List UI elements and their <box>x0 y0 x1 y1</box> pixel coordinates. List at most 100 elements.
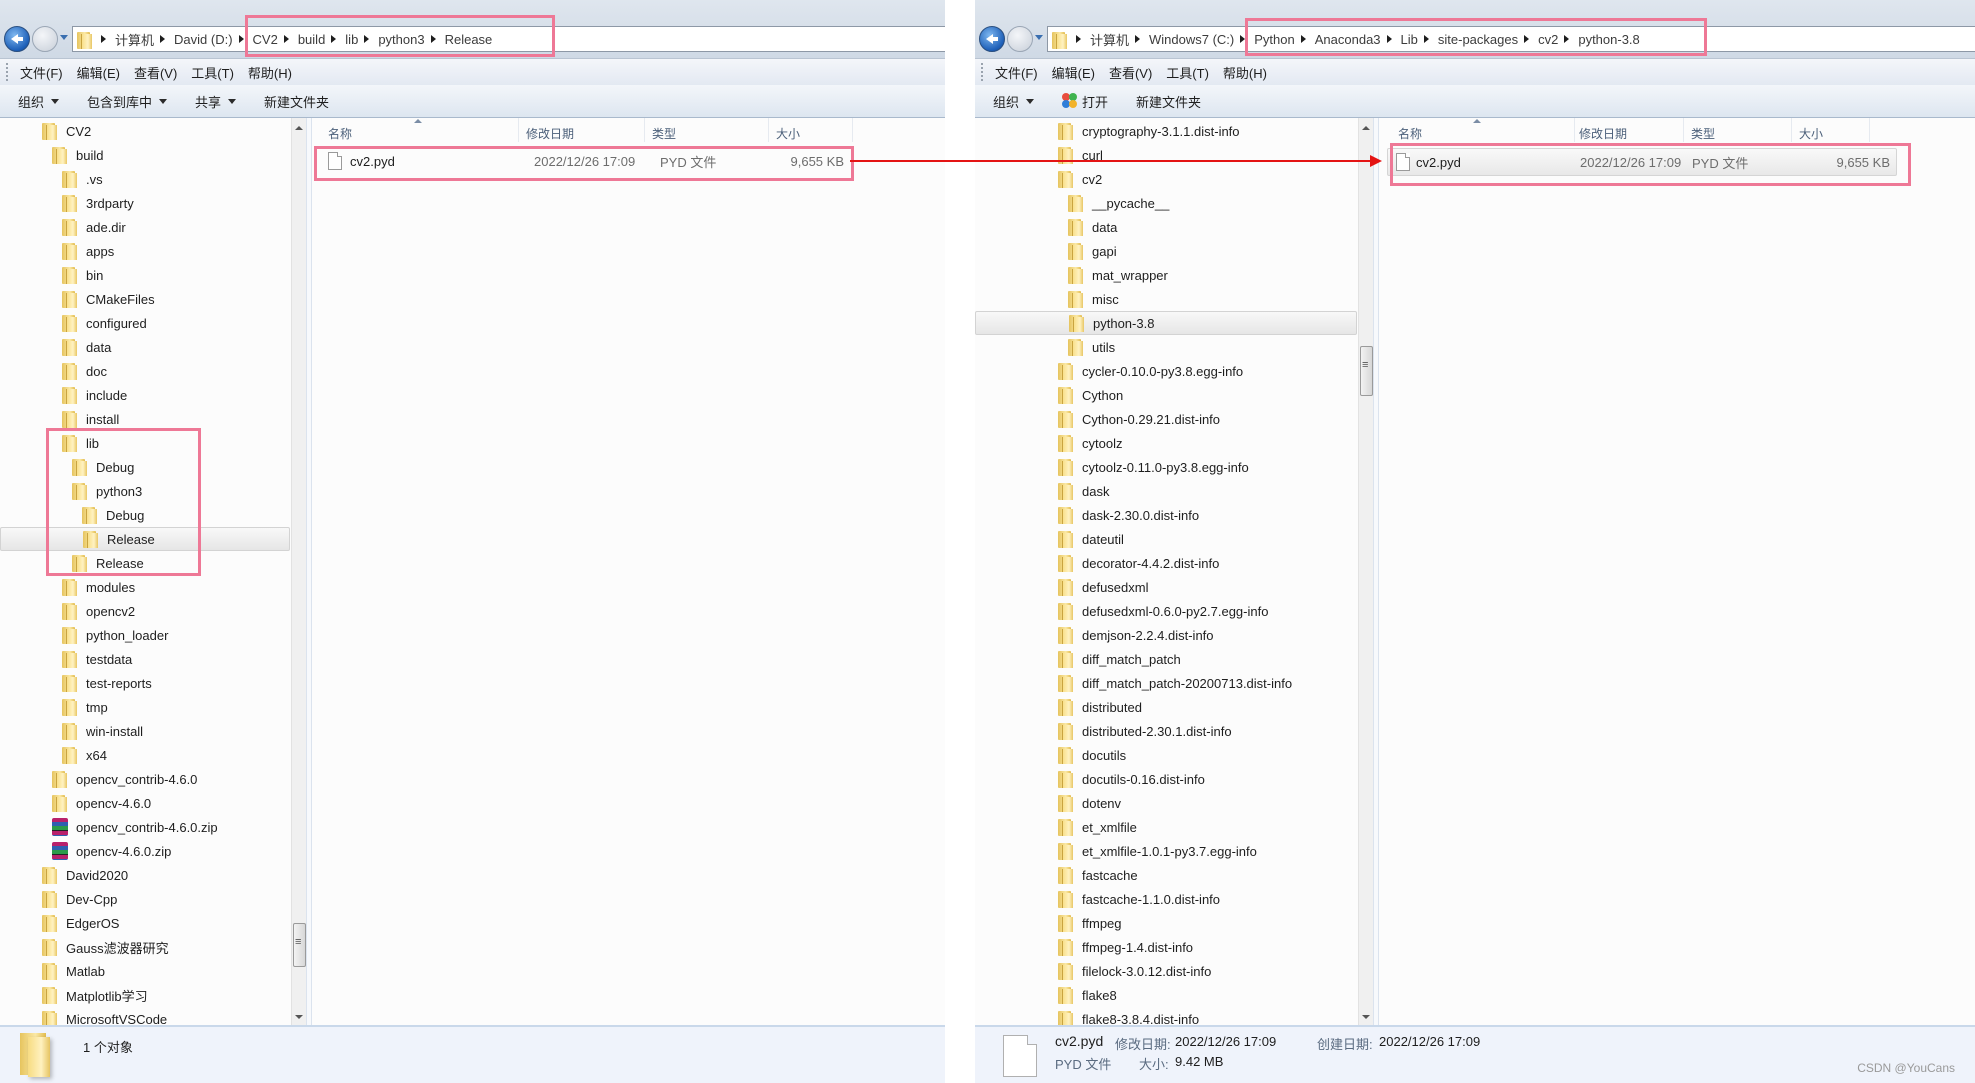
scroll-up-icon[interactable] <box>1362 126 1370 130</box>
tree-item[interactable]: defusedxml-0.6.0-py2.7.egg-info <box>975 599 1357 623</box>
tree-item[interactable]: MicrosoftVSCode <box>0 1007 290 1027</box>
chevron-right-icon[interactable] <box>101 35 106 43</box>
tree-scrollbar[interactable] <box>291 118 306 1027</box>
tree-item[interactable]: CMakeFiles <box>0 287 290 311</box>
menu-item[interactable]: 文件(F) <box>995 63 1038 82</box>
column-name[interactable]: 名称 <box>328 125 352 142</box>
organize-button[interactable]: 组织 <box>993 92 1035 111</box>
tree-item[interactable]: flake8 <box>975 983 1357 1007</box>
scroll-thumb[interactable] <box>1360 346 1373 396</box>
tree-item[interactable]: dask <box>975 479 1357 503</box>
tree-item[interactable]: .vs <box>0 167 290 191</box>
tree-item[interactable]: test-reports <box>0 671 290 695</box>
column-name[interactable]: 名称 <box>1398 125 1422 142</box>
tree-item[interactable]: cytoolz <box>975 431 1357 455</box>
recent-pages-dropdown-icon[interactable] <box>60 35 68 40</box>
tree-item[interactable]: python_loader <box>0 623 290 647</box>
tree-item[interactable]: opencv_contrib-4.6.0 <box>0 767 290 791</box>
tree-item[interactable]: EdgerOS <box>0 911 290 935</box>
new-folder-button[interactable]: 新建文件夹 <box>264 92 329 111</box>
open-button[interactable]: 打开 <box>1062 92 1108 111</box>
tree-item[interactable]: cycler-0.10.0-py3.8.egg-info <box>975 359 1357 383</box>
tree-item[interactable]: curl <box>975 143 1357 167</box>
tree-item[interactable]: diff_match_patch-20200713.dist-info <box>975 671 1357 695</box>
tree-item[interactable]: python-3.8 <box>975 311 1357 335</box>
tree-item[interactable]: gapi <box>975 239 1357 263</box>
tree-item[interactable]: bin <box>0 263 290 287</box>
tree-item[interactable]: Cython <box>975 383 1357 407</box>
tree-item[interactable]: ade.dir <box>0 215 290 239</box>
breadcrumb-item[interactable]: David (D:) <box>154 32 233 47</box>
chevron-right-icon[interactable] <box>160 35 166 43</box>
tree-item[interactable]: testdata <box>0 647 290 671</box>
tree-item[interactable]: flake8-3.8.4.dist-info <box>975 1007 1357 1027</box>
menu-item[interactable]: 查看(V) <box>1109 63 1152 82</box>
tree-item[interactable]: docutils <box>975 743 1357 767</box>
tree-item[interactable]: apps <box>0 239 290 263</box>
tree-item[interactable]: distributed-2.30.1.dist-info <box>975 719 1357 743</box>
tree-item[interactable]: include <box>0 383 290 407</box>
tree-item[interactable]: decorator-4.4.2.dist-info <box>975 551 1357 575</box>
menu-item[interactable]: 工具(T) <box>1166 63 1209 82</box>
breadcrumb-item[interactable]: 计算机 <box>95 30 154 49</box>
column-divider[interactable] <box>852 118 853 142</box>
chevron-right-icon[interactable] <box>1076 35 1081 43</box>
tree-item[interactable]: x64 <box>0 743 290 767</box>
menu-item[interactable]: 文件(F) <box>20 63 63 82</box>
tree-item[interactable]: dask-2.30.0.dist-info <box>975 503 1357 527</box>
organize-button[interactable]: 组织 <box>18 92 60 111</box>
tree-item[interactable]: tmp <box>0 695 290 719</box>
tree-item[interactable]: et_xmlfile-1.0.1-py3.7.egg-info <box>975 839 1357 863</box>
tree-item[interactable]: build <box>0 143 290 167</box>
tree-item[interactable]: filelock-3.0.12.dist-info <box>975 959 1357 983</box>
tree-item[interactable]: fastcache <box>975 863 1357 887</box>
tree-item[interactable]: ffmpeg-1.4.dist-info <box>975 935 1357 959</box>
tree-item[interactable]: Gauss滤波器研究 <box>0 935 290 959</box>
tree-item[interactable]: misc <box>975 287 1357 311</box>
file-list[interactable]: 名称 修改日期 类型 大小 cv2.pyd 2022/12/26 17:09 P… <box>312 118 945 1027</box>
tree-item[interactable]: opencv_contrib-4.6.0.zip <box>0 815 290 839</box>
tree-item[interactable]: __pycache__ <box>975 191 1357 215</box>
column-divider[interactable] <box>1574 118 1575 142</box>
column-modified[interactable]: 修改日期 <box>526 125 574 142</box>
tree-item[interactable]: utils <box>975 335 1357 359</box>
tree-item[interactable]: opencv-4.6.0 <box>0 791 290 815</box>
tree-item[interactable]: 3rdparty <box>0 191 290 215</box>
column-divider[interactable] <box>1683 118 1684 142</box>
tree-item[interactable]: docutils-0.16.dist-info <box>975 767 1357 791</box>
tree-item[interactable]: opencv-4.6.0.zip <box>0 839 290 863</box>
new-folder-button[interactable]: 新建文件夹 <box>1136 92 1201 111</box>
tree-item[interactable]: mat_wrapper <box>975 263 1357 287</box>
tree-item[interactable]: opencv2 <box>0 599 290 623</box>
tree-item[interactable]: David2020 <box>0 863 290 887</box>
menu-item[interactable]: 编辑(E) <box>1052 63 1095 82</box>
tree-item[interactable]: doc <box>0 359 290 383</box>
forward-button[interactable] <box>1007 26 1033 52</box>
tree-item[interactable]: demjson-2.2.4.dist-info <box>975 623 1357 647</box>
tree-item[interactable]: dotenv <box>975 791 1357 815</box>
tree-item[interactable]: cryptography-3.1.1.dist-info <box>975 119 1357 143</box>
recent-pages-dropdown-icon[interactable] <box>1035 35 1043 40</box>
tree-item[interactable]: defusedxml <box>975 575 1357 599</box>
column-type[interactable]: 类型 <box>1691 125 1715 142</box>
tree-item[interactable]: Dev-Cpp <box>0 887 290 911</box>
tree-item[interactable]: modules <box>0 575 290 599</box>
column-divider[interactable] <box>1791 118 1792 142</box>
tree-item[interactable]: configured <box>0 311 290 335</box>
breadcrumb-item[interactable]: Windows7 (C:) <box>1129 32 1234 47</box>
forward-button[interactable] <box>32 26 58 52</box>
file-list[interactable]: 名称 修改日期 类型 大小 cv2.pyd 2022/12/26 17:09 P… <box>1379 118 1975 1027</box>
back-button[interactable] <box>4 26 30 52</box>
tree-item[interactable]: data <box>975 215 1357 239</box>
menu-item[interactable]: 帮助(H) <box>248 63 292 82</box>
tree-item[interactable]: diff_match_patch <box>975 647 1357 671</box>
back-button[interactable] <box>979 26 1005 52</box>
column-divider[interactable] <box>644 118 645 142</box>
share-button[interactable]: 共享 <box>195 92 237 111</box>
tree-item[interactable]: Matlab <box>0 959 290 983</box>
tree-item[interactable]: CV2 <box>0 119 290 143</box>
tree-item[interactable]: et_xmlfile <box>975 815 1357 839</box>
include-in-library-button[interactable]: 包含到库中 <box>87 92 168 111</box>
column-divider[interactable] <box>1869 118 1870 142</box>
column-type[interactable]: 类型 <box>652 125 676 142</box>
